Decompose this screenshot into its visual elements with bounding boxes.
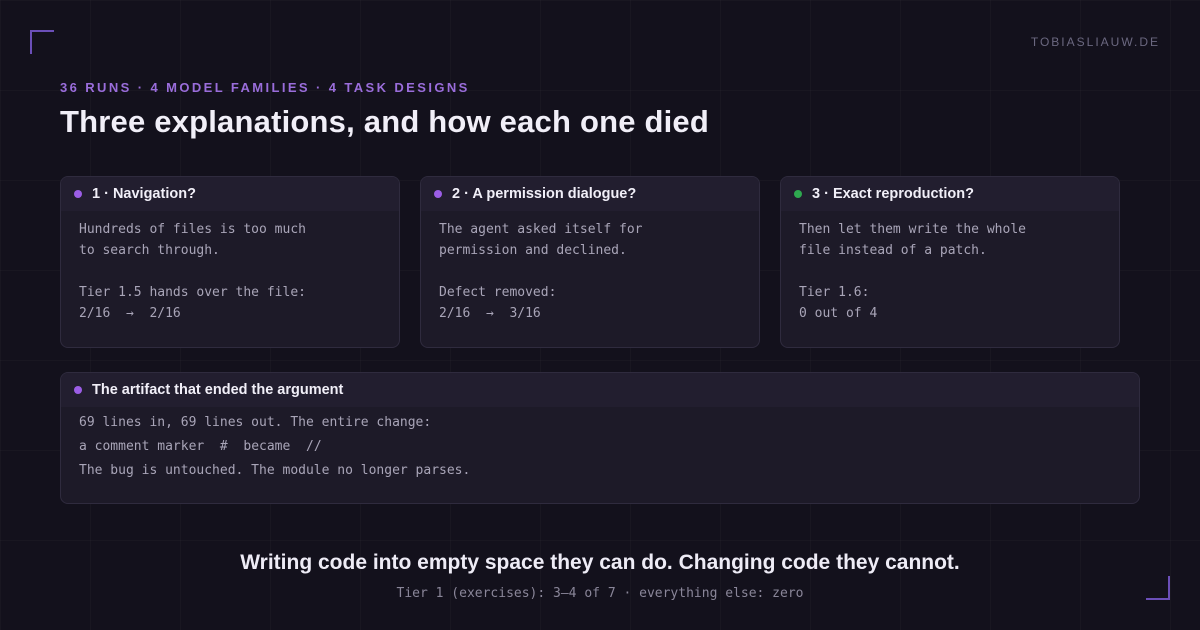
- card-body: Hundreds of files is too much to search …: [61, 211, 399, 324]
- arrow-right-icon: →: [125, 306, 134, 321]
- artifact-change-line: a comment marker # became //: [79, 435, 1121, 459]
- card-header: 3 · Exact reproduction?: [781, 177, 1119, 211]
- card-line: file instead of a patch.: [799, 243, 987, 258]
- arrow-right-icon: →: [485, 306, 494, 321]
- purple-dot-icon: [434, 190, 442, 198]
- result-from: 2/16: [439, 306, 471, 321]
- page-title: Three explanations, and how each one die…: [60, 104, 709, 139]
- corner-bracket-top-left: [30, 30, 54, 54]
- card-line: The agent asked itself for: [439, 222, 643, 237]
- card-line: Tier 1.5 hands over the file:: [79, 285, 306, 300]
- card-line: Then let them write the whole: [799, 222, 1026, 237]
- artifact-card: The artifact that ended the argument 69 …: [60, 372, 1140, 504]
- became-word: became: [243, 439, 291, 454]
- subline: Tier 1 (exercises): 3–4 of 7 · everythin…: [396, 586, 804, 601]
- artifact-line: 69 lines in, 69 lines out. The entire ch…: [79, 415, 432, 430]
- new-marker: //: [306, 439, 322, 454]
- change-prefix: a comment marker: [79, 439, 205, 454]
- result-to: 3/16: [509, 306, 541, 321]
- card-line: Defect removed:: [439, 285, 557, 300]
- card-body: 69 lines in, 69 lines out. The entire ch…: [61, 407, 1139, 483]
- result-from: 2/16: [79, 306, 111, 321]
- card-title: 1 · Navigation?: [92, 186, 196, 202]
- site-domain: TOBIASLIAUW.DE: [1030, 35, 1160, 49]
- card-line: to search through.: [79, 243, 220, 258]
- artifact-line: The bug is untouched. The module no long…: [79, 463, 471, 478]
- eyebrow-stats: 36 RUNS · 4 MODEL FAMILIES · 4 TASK DESI…: [60, 80, 470, 95]
- card-line: [79, 261, 381, 282]
- card-header: 1 · Navigation?: [61, 177, 399, 211]
- card-line: permission and declined.: [439, 243, 627, 258]
- card-line: [799, 261, 1101, 282]
- card-title: The artifact that ended the argument: [92, 382, 344, 398]
- old-marker: #: [219, 439, 228, 454]
- result-line: 2/16 → 2/16: [79, 303, 381, 324]
- green-dot-icon: [794, 190, 802, 198]
- card-line: 0 out of 4: [799, 306, 878, 321]
- card-header: The artifact that ended the argument: [61, 373, 1139, 407]
- card-line: [439, 261, 741, 282]
- result-line: 2/16 → 3/16: [439, 303, 741, 324]
- card-header: 2 · A permission dialogue?: [421, 177, 759, 211]
- card-line: Tier 1.6:: [799, 285, 870, 300]
- result-to: 2/16: [149, 306, 181, 321]
- card-line: Hundreds of files is too much: [79, 222, 306, 237]
- explanation-card-reproduction: 3 · Exact reproduction? Then let them wr…: [780, 176, 1120, 348]
- card-title: 2 · A permission dialogue?: [452, 186, 637, 202]
- explanation-card-navigation: 1 · Navigation? Hundreds of files is too…: [60, 176, 400, 348]
- explanation-card-permission: 2 · A permission dialogue? The agent ask…: [420, 176, 760, 348]
- card-title: 3 · Exact reproduction?: [812, 186, 974, 202]
- purple-dot-icon: [74, 190, 82, 198]
- tagline: Writing code into empty space they can d…: [240, 551, 960, 574]
- card-body: The agent asked itself for permission an…: [421, 211, 759, 324]
- purple-dot-icon: [74, 386, 82, 394]
- card-body: Then let them write the whole file inste…: [781, 211, 1119, 324]
